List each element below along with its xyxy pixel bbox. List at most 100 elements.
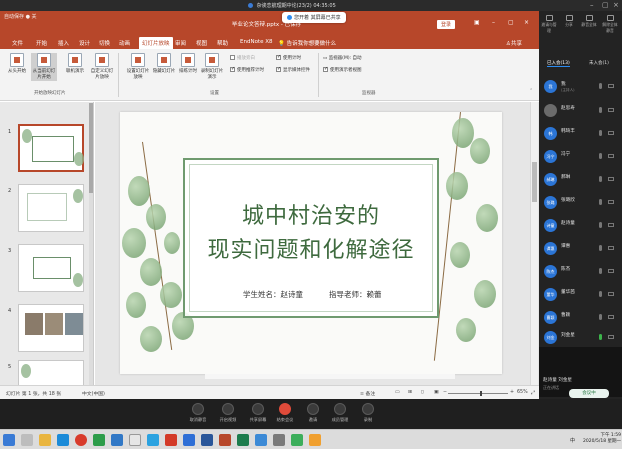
ime-indicator[interactable]: 中: [570, 437, 575, 444]
share-screen-button[interactable]: 共享屏幕: [243, 403, 273, 423]
powerpoint-icon[interactable]: [219, 434, 231, 446]
tab-not-joined[interactable]: 未入会(1): [589, 60, 609, 66]
share-button[interactable]: ♙共享: [506, 39, 522, 47]
collapse-ribbon-icon[interactable]: ˄: [530, 89, 532, 94]
app-icon[interactable]: [75, 434, 87, 446]
login-button[interactable]: 登录: [437, 20, 456, 29]
app-icon[interactable]: [129, 434, 141, 446]
custom-slideshow-button[interactable]: 自定义幻灯片放映: [89, 53, 115, 81]
record-slideshow-button[interactable]: 录制幻灯片演示: [199, 53, 225, 81]
show-media-controls-check[interactable]: 显示媒体控件: [276, 66, 310, 73]
task-view-icon[interactable]: [21, 434, 33, 446]
slideshow-view-icon[interactable]: ▣: [434, 390, 439, 395]
browser-icon[interactable]: [57, 434, 69, 446]
present-online-button[interactable]: 联机演示: [62, 53, 88, 75]
invite-button[interactable]: 邀请: [298, 403, 328, 423]
language[interactable]: 中文(中国): [82, 390, 105, 397]
ppt-minimize-icon[interactable]: –: [492, 19, 495, 26]
app-icon[interactable]: [309, 434, 321, 446]
monitor-select[interactable]: ▭ 监视器(M): 自动: [323, 55, 362, 61]
panel-share-button[interactable]: 分享: [561, 15, 577, 28]
recommended-timings-check[interactable]: 使用推荐计时: [230, 66, 264, 73]
tab-insert[interactable]: 插入: [58, 39, 69, 47]
tab-endnote[interactable]: EndNote X8: [240, 39, 273, 45]
record-button[interactable]: 录制: [353, 403, 383, 423]
use-timings-check[interactable]: 使用计时: [276, 54, 301, 61]
start-icon[interactable]: [3, 434, 15, 446]
unmute-button[interactable]: 取消静音: [183, 403, 213, 423]
tab-review[interactable]: 审阅: [175, 39, 186, 47]
tab-transitions[interactable]: 切换: [99, 39, 110, 47]
participant-row[interactable]: 我我 (主持人): [543, 77, 619, 97]
zoom-level[interactable]: 65%: [517, 390, 528, 395]
tab-joined[interactable]: 已入会(13): [547, 60, 570, 67]
meeting-app-icon[interactable]: [255, 434, 267, 446]
quick-access-toolbar[interactable]: 自动保存 ● 关: [4, 13, 37, 20]
tell-me-search[interactable]: 💡 告诉我你想要做什么: [278, 39, 336, 47]
start-video-button[interactable]: 开启视频: [213, 403, 243, 423]
tab-help[interactable]: 帮助: [217, 39, 228, 47]
invite-manage-button[interactable]: 邀请与管理: [541, 15, 557, 34]
from-current-button[interactable]: 从当前幻灯片开始: [31, 53, 57, 81]
hide-slide-button[interactable]: 隐藏幻灯片: [151, 53, 177, 75]
app-icon[interactable]: [93, 434, 105, 446]
app-icon[interactable]: [273, 434, 285, 446]
ppt-close-icon[interactable]: ×: [524, 19, 529, 26]
slide-title-line2[interactable]: 现实问题和化解途径: [185, 232, 437, 264]
zoom-slider[interactable]: [448, 391, 508, 396]
slide-canvas[interactable]: 城中村治安的 现实问题和化解途径 学生姓名：赵诗童 指导老师：赖蕾: [120, 112, 502, 374]
zoom-out-icon[interactable]: −: [443, 390, 447, 395]
sorter-view-icon[interactable]: ⊞: [408, 390, 412, 395]
zoom-in-icon[interactable]: +: [510, 390, 514, 395]
ribbon-options-icon[interactable]: ▣: [474, 19, 480, 26]
horizontal-scrollbar[interactable]: [205, 374, 455, 379]
unmute-all-button[interactable]: 解除全体静音: [602, 15, 618, 34]
slide-thumbnail[interactable]: [18, 360, 84, 385]
tab-design[interactable]: 设计: [79, 39, 90, 47]
presenter-view-check[interactable]: 使用演示者视图: [323, 66, 362, 73]
normal-view-icon[interactable]: ▭: [395, 390, 400, 395]
manage-members-button[interactable]: 成员管理: [325, 403, 355, 423]
participant-row[interactable]: 韩韩琦丰: [543, 124, 619, 144]
participant-row[interactable]: 曹颖 曹颖: [543, 308, 619, 328]
scrollbar-thumb[interactable]: [532, 162, 537, 202]
participant-row[interactable]: 诗童 赵诗童: [543, 216, 619, 236]
participant-row[interactable]: 赵思寿: [543, 101, 619, 121]
app-icon[interactable]: [147, 434, 159, 446]
tab-file[interactable]: 文件: [12, 39, 23, 47]
end-meeting-button[interactable]: 结束会议: [270, 403, 300, 423]
participant-row[interactable]: 冯宁 冯宁: [543, 147, 619, 167]
app-icon[interactable]: [165, 434, 177, 446]
word-icon[interactable]: [201, 434, 213, 446]
participant-row[interactable]: 郝琳 郝琳: [543, 170, 619, 190]
slide-thumbnail[interactable]: [18, 244, 84, 292]
participant-row[interactable]: 刘金 刘金星: [543, 328, 619, 348]
zoom-slider-knob[interactable]: [480, 391, 482, 396]
close-icon[interactable]: ×: [613, 1, 619, 9]
tab-view[interactable]: 视图: [196, 39, 207, 47]
setup-slideshow-button[interactable]: 设置幻灯片放映: [125, 53, 151, 81]
fit-window-icon[interactable]: ⤢: [531, 390, 535, 396]
maximize-icon[interactable]: ▢: [602, 1, 609, 9]
minimize-icon[interactable]: –: [590, 1, 594, 9]
participant-row[interactable]: 张璐 张璐欣: [543, 193, 619, 213]
tab-animations[interactable]: 动画: [119, 39, 130, 47]
slide-thumbnail[interactable]: [18, 124, 84, 172]
slide-teacher-name[interactable]: 指导老师：赖蕾: [329, 289, 382, 300]
play-narration-check[interactable]: 播放旁白: [230, 55, 255, 61]
participant-row[interactable]: 董华 董华茜: [543, 285, 619, 305]
clock[interactable]: 下午 1:59 2020/5/18 星期一: [583, 433, 621, 445]
rehearse-timings-button[interactable]: 排练计时: [175, 53, 201, 75]
slide-title-line1[interactable]: 城中村治安的: [185, 198, 437, 230]
vertical-scrollbar[interactable]: [530, 102, 538, 385]
active-speaker-tile[interactable]: 赵诗童 刘金星 正在讲话 会议中: [539, 347, 622, 398]
tab-home[interactable]: 开始: [36, 39, 47, 47]
thumbnail-scrollbar[interactable]: [89, 103, 93, 386]
app-icon[interactable]: [183, 434, 195, 446]
from-beginning-button[interactable]: 从头开始: [4, 53, 30, 75]
participant-row[interactable]: 陈杰 陈杰: [543, 262, 619, 282]
app-icon[interactable]: [111, 434, 123, 446]
notes-button[interactable]: ≡ 备注: [360, 390, 375, 397]
participant-row[interactable]: 谭惠 谭惠: [543, 239, 619, 259]
scrollbar-thumb[interactable]: [89, 103, 93, 193]
